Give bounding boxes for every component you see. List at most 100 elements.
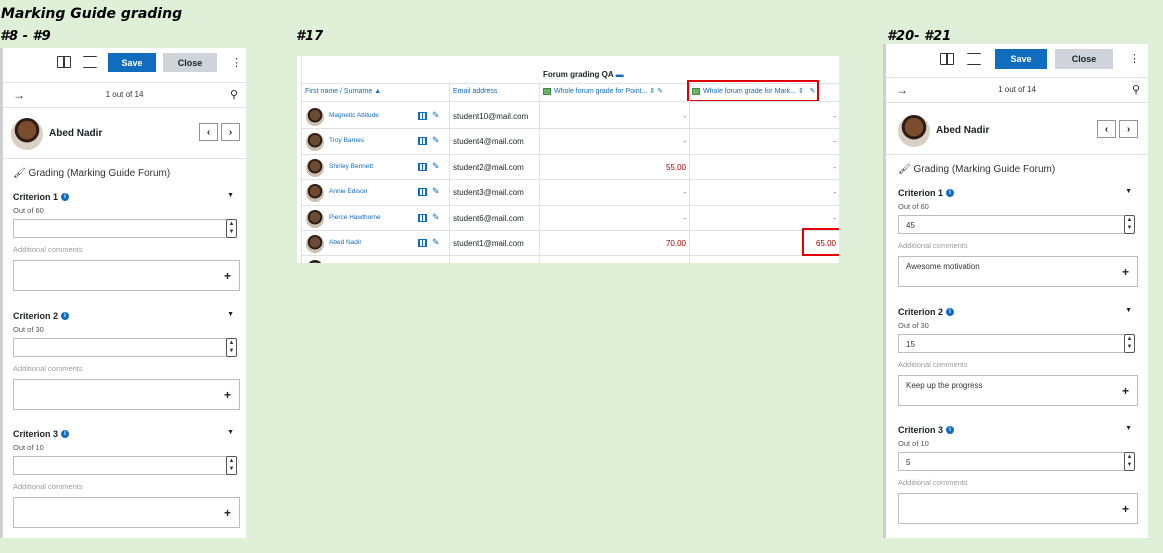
next-user-button[interactable]: › [1119,120,1138,138]
pencil-icon[interactable]: ✎ [432,135,440,146]
student-name[interactable]: Pierce Hawthorne [329,214,381,221]
add-comment-icon[interactable]: + [224,269,231,283]
student-name[interactable]: Annie Edison [329,188,367,195]
next-user-button[interactable]: › [221,123,240,141]
criterion-title: Criterion 3 [898,425,944,435]
pencil-icon[interactable]: ✎ [432,110,440,121]
comments-label: Additional comments [13,245,83,254]
grade-mark[interactable]: - [693,163,836,172]
collapse-grade-panel-icon[interactable] [940,53,954,65]
info-icon[interactable]: i [61,312,70,320]
add-comment-icon[interactable]: + [224,388,231,402]
score-input[interactable]: ▲ ▼ [13,456,237,475]
caret-down-icon[interactable]: ▼ [227,311,234,318]
score-input[interactable]: ▲ ▼ [13,338,237,357]
table-row: Annie Edison ✎ student3@mail.com - - [297,180,839,206]
prev-user-button[interactable]: ‹ [199,123,218,141]
info-icon[interactable]: i [946,308,955,316]
grade-point[interactable]: 55.00 [543,163,686,172]
comments-label: Additional comments [13,364,83,373]
table-row: Magnetic Attitude ✎ student10@mail.com - - [297,104,839,130]
pencil-icon[interactable]: ✎ [432,186,440,197]
more-options-icon[interactable]: ⋮ [231,56,242,69]
spinner-icon[interactable]: ▲ ▼ [226,338,237,357]
grid-icon[interactable] [418,112,427,120]
prev-user-button[interactable]: ‹ [1097,120,1116,138]
pencil-icon[interactable]: ✎ [432,212,440,223]
spinner-icon[interactable]: ▲ ▼ [1124,334,1135,353]
column-header-email[interactable]: Email address [453,88,497,95]
add-comment-icon[interactable]: + [1122,502,1129,516]
info-icon[interactable]: i [946,426,955,434]
grid-icon[interactable] [418,239,427,247]
grade-point[interactable]: - [543,214,686,223]
criterion-3: Criterion 3i ▼ Out of 10 5 ▲ ▼ Additional … [898,425,1138,524]
close-button[interactable]: Close [1055,49,1113,69]
avatar [306,108,324,126]
more-options-icon[interactable]: ⋮ [1129,52,1140,65]
comment-field[interactable]: + [898,493,1138,524]
spinner-icon[interactable]: ▲ ▼ [1124,215,1135,234]
grade-mark[interactable]: - [693,112,836,121]
comment-field[interactable]: + [13,497,240,528]
table-row: Pierce Hawthorne ✎ student6@mail.com - - [297,206,839,231]
score-input[interactable]: 15 ▲ ▼ [898,334,1135,353]
collapse-review-panel-icon[interactable] [967,53,981,65]
criterion-title: Criterion 1 [898,188,944,198]
caret-down-icon[interactable]: ▼ [1125,188,1132,195]
caret-down-icon[interactable]: ▼ [227,192,234,199]
save-button[interactable]: Save [108,53,156,72]
student-email: student10@mail.com [453,112,529,121]
collapse-review-panel-icon[interactable] [83,56,97,68]
info-icon[interactable]: i [61,193,70,201]
save-button[interactable]: Save [995,49,1047,69]
comment-field[interactable]: + [13,260,240,291]
grid-icon[interactable] [418,188,427,197]
score-input[interactable]: 45 ▲ ▼ [898,215,1135,234]
search-icon[interactable]: ⚲ [1132,83,1140,96]
comment-field[interactable]: + [13,379,240,410]
caret-down-icon[interactable]: ▼ [1125,307,1132,314]
caret-down-icon[interactable]: ▼ [227,429,234,436]
caret-down-icon[interactable]: ▼ [1125,425,1132,432]
grade-mark[interactable]: - [693,137,836,146]
score-input[interactable]: ▲ ▼ [13,219,237,238]
collapse-grade-panel-icon[interactable] [57,56,71,68]
comments-label: Additional comments [898,360,968,369]
student-name[interactable]: Abed Nadir [329,239,362,246]
section-label-middle: #17 [296,29,324,44]
grid-icon[interactable] [418,162,427,171]
add-comment-icon[interactable]: + [1122,384,1129,398]
grade-point[interactable]: - [543,137,686,146]
add-comment-icon[interactable]: + [224,506,231,520]
student-name[interactable]: Magnetic Attitude [329,112,379,119]
spinner-icon[interactable]: ▲ ▼ [226,456,237,475]
grid-icon[interactable] [418,137,427,146]
info-icon[interactable]: i [946,189,955,197]
grade-point[interactable]: 70.00 [543,239,686,248]
pencil-icon[interactable]: ✎ [432,237,440,248]
spinner-icon[interactable]: ▲ ▼ [1124,452,1135,471]
score-input[interactable]: 5 ▲ ▼ [898,452,1135,471]
info-icon[interactable]: i [61,430,70,438]
criterion-title: Criterion 1 [13,192,59,202]
pencil-icon[interactable]: ✎ [432,161,440,172]
search-icon[interactable]: ⚲ [230,88,238,101]
grid-icon[interactable] [418,213,427,222]
close-button[interactable]: Close [163,53,217,72]
student-email: student3@mail.com [453,188,524,198]
add-comment-icon[interactable]: + [1122,265,1129,279]
student-name[interactable]: Troy Barnes [329,137,364,144]
column-header-name[interactable]: First name / Surname ▲ [305,88,381,95]
user-navigation: → 1 out of 14 ⚲ [3,82,246,108]
grade-point[interactable]: - [543,188,686,197]
comment-field[interactable]: Awesome motivation + [898,256,1138,287]
grade-mark[interactable]: - [693,188,836,197]
student-name[interactable]: Shirley Bennett [329,163,373,170]
column-header-point-grade[interactable]: Whole forum grade for Point... ⇕ ✎ [543,87,663,95]
section-label-left: #8 - #9 [0,29,51,44]
comment-field[interactable]: Keep up the progress + [898,375,1138,406]
spinner-icon[interactable]: ▲ ▼ [226,219,237,238]
grade-point[interactable]: - [543,112,686,121]
grade-mark[interactable]: - [693,214,836,223]
